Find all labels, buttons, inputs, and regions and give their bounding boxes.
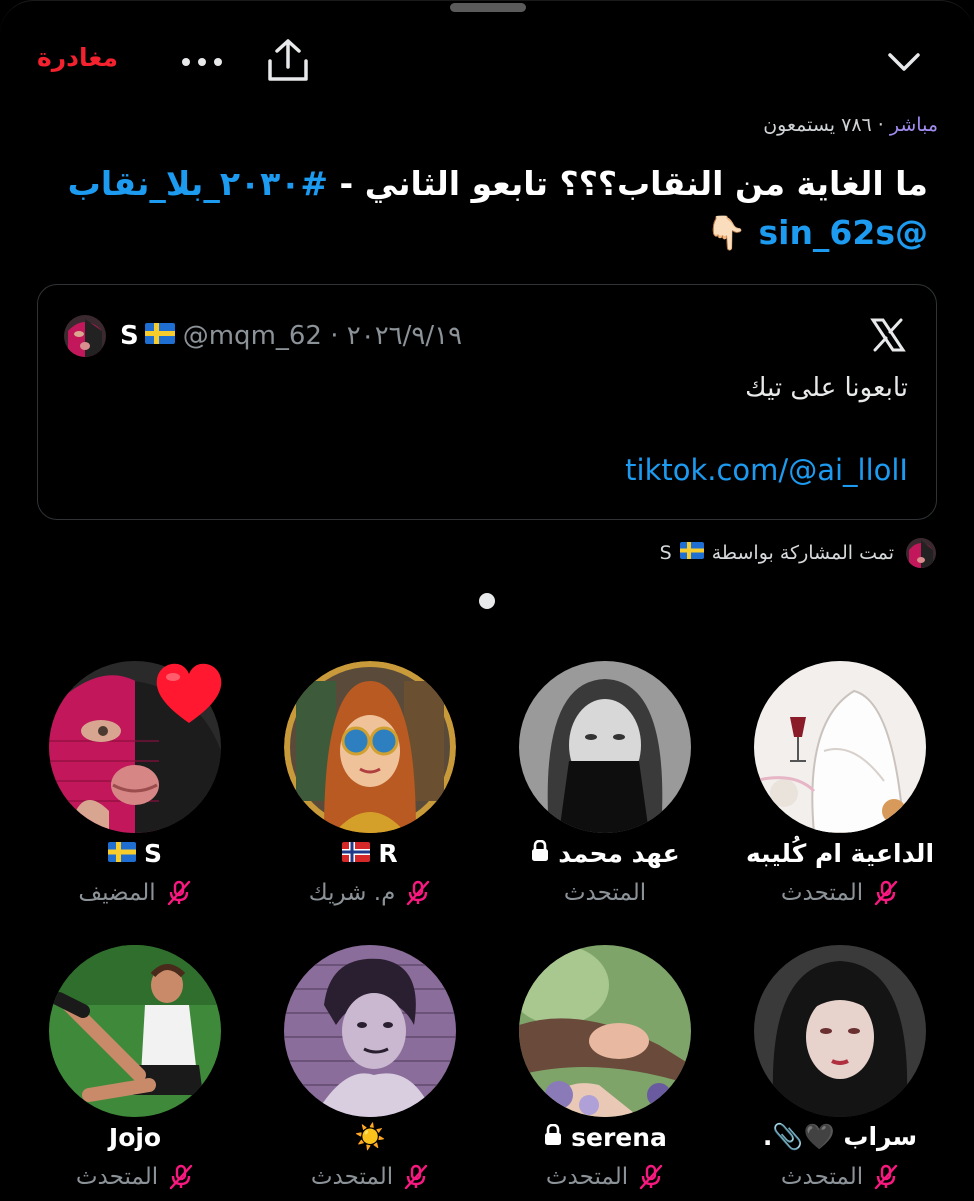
mic-muted-icon — [638, 1164, 664, 1190]
x-logo-icon — [870, 317, 906, 353]
card-handle-date: @mqm_62 · ٢٠٢٦/٩/١٩ — [182, 321, 463, 351]
avatar[interactable] — [49, 945, 221, 1117]
speaker-name-text: R — [378, 838, 398, 868]
speaker-name: Jojo — [15, 1117, 255, 1157]
speaker[interactable]: serena المتحدث — [485, 945, 725, 1201]
speaker-role-text: المتحدث — [545, 1164, 629, 1190]
card-link[interactable]: tiktok.com/@ai_llolI — [625, 453, 908, 487]
mic-muted-icon — [168, 1164, 194, 1190]
heart-badge-icon — [153, 661, 225, 731]
sweden-flag-icon — [679, 542, 704, 564]
shared-by-name[interactable]: S — [660, 542, 672, 564]
speaker-name-text: ☀️ — [354, 1122, 386, 1151]
mic-muted-icon — [873, 880, 899, 906]
avatar[interactable] — [284, 661, 456, 833]
share-icon[interactable] — [262, 37, 314, 85]
speaker-cohost[interactable]: R م. شريك — [250, 661, 490, 913]
speaker-role: المتحدث — [485, 1157, 725, 1197]
card-header: S @mqm_62 · ٢٠٢٦/٩/١٩ — [64, 315, 462, 357]
speaker-role: المتحدث — [485, 873, 725, 913]
lock-icon — [543, 1123, 563, 1152]
speaker[interactable]: عهد محمد المتحدث — [485, 661, 725, 913]
speaker-role-text: المتحدث — [75, 1164, 159, 1190]
sweden-flag-icon — [144, 321, 175, 351]
space-title: ما الغاية من النقاب؟؟؟ تابعو الثاني - #٢… — [28, 159, 928, 257]
pointing-down-emoji: 👇🏻 — [705, 213, 747, 252]
speaker-name: سراب 🖤📎. — [720, 1117, 960, 1157]
speaker-name-text: سراب 🖤📎. — [762, 1122, 918, 1151]
speaker-role: المتحدث — [250, 1157, 490, 1197]
card-author-name[interactable]: S — [120, 321, 139, 351]
speaker-host[interactable]: S المضيف — [15, 661, 255, 913]
speaker-name: عهد محمد — [485, 833, 725, 873]
speaker-name-text: Jojo — [108, 1122, 162, 1152]
leave-button[interactable]: مغادرة — [37, 43, 118, 72]
collapse-chevron-icon[interactable] — [884, 45, 924, 81]
title-text: ما الغاية من النقاب؟؟؟ تابعو الثاني - — [328, 164, 928, 203]
more-options-icon[interactable] — [176, 47, 228, 77]
shared-post-card[interactable]: S @mqm_62 · ٢٠٢٦/٩/١٩ تابعونا على تيك ti… — [37, 284, 937, 520]
card-author-avatar[interactable] — [64, 315, 106, 357]
speaker-name: ☀️ — [250, 1117, 490, 1157]
speaker-role-text: م. شريك — [308, 880, 396, 906]
speaker-name: serena — [485, 1117, 725, 1157]
page-indicator-dot[interactable] — [479, 593, 495, 609]
live-status: مباشر · ٧٨٦ يستمعون — [763, 114, 938, 136]
title-mention[interactable]: @sin_62s — [758, 213, 928, 252]
speaker[interactable]: الداعية ام كُليبه المتحدث — [720, 661, 960, 913]
shared-by-label: تمت المشاركة بواسطة — [711, 542, 894, 564]
avatar[interactable] — [754, 661, 926, 833]
shared-by-row: تمت المشاركة بواسطة S — [660, 538, 936, 568]
shared-by-avatar[interactable] — [906, 538, 936, 568]
mic-muted-icon — [166, 880, 192, 906]
mic-muted-icon — [873, 1164, 899, 1190]
mic-muted-icon — [403, 1164, 429, 1190]
norway-flag-icon — [342, 839, 371, 868]
title-hashtag[interactable]: #٢٠٣٠_بلا_نقاب — [68, 164, 328, 203]
speaker-role-text: المتحدث — [310, 1164, 394, 1190]
speaker-role: المتحدث — [720, 873, 960, 913]
speaker-role-text: المضيف — [78, 880, 156, 906]
speaker-role-text: المتحدث — [780, 880, 864, 906]
avatar[interactable] — [519, 661, 691, 833]
speaker-name-text: الداعية ام كُليبه — [745, 838, 935, 868]
speaker-name: S — [15, 833, 255, 873]
speaker-name-text: S — [144, 838, 163, 868]
spaces-sheet: مغادرة مباشر · ٧٨٦ يستمعون ما الغاية من … — [0, 0, 974, 1201]
speaker-role-text: المتحدث — [780, 1164, 864, 1190]
listeners-count: ٧٨٦ يستمعون — [763, 114, 872, 136]
lock-icon — [530, 839, 550, 868]
speaker-name-text: serena — [571, 1122, 667, 1152]
speaker[interactable]: Jojo المتحدث — [15, 945, 255, 1201]
speaker[interactable]: سراب 🖤📎. المتحدث — [720, 945, 960, 1201]
avatar[interactable] — [754, 945, 926, 1117]
speaker-role: المضيف — [15, 873, 255, 913]
live-label: مباشر — [889, 114, 938, 136]
card-text: تابعونا على تيك — [745, 373, 908, 403]
drag-handle[interactable] — [450, 3, 526, 12]
speaker-role: المتحدث — [720, 1157, 960, 1197]
speaker-role-text: المتحدث — [563, 880, 647, 906]
avatar[interactable] — [519, 945, 691, 1117]
avatar[interactable] — [284, 945, 456, 1117]
speaker-name-text: عهد محمد — [558, 838, 680, 868]
speaker-role: م. شريك — [250, 873, 490, 913]
speaker-role: المتحدث — [15, 1157, 255, 1197]
sweden-flag-icon — [108, 839, 136, 868]
speaker-name: R — [250, 833, 490, 873]
speaker-name: الداعية ام كُليبه — [720, 833, 960, 873]
speaker[interactable]: ☀️ المتحدث — [250, 945, 490, 1201]
mic-muted-icon — [405, 880, 431, 906]
